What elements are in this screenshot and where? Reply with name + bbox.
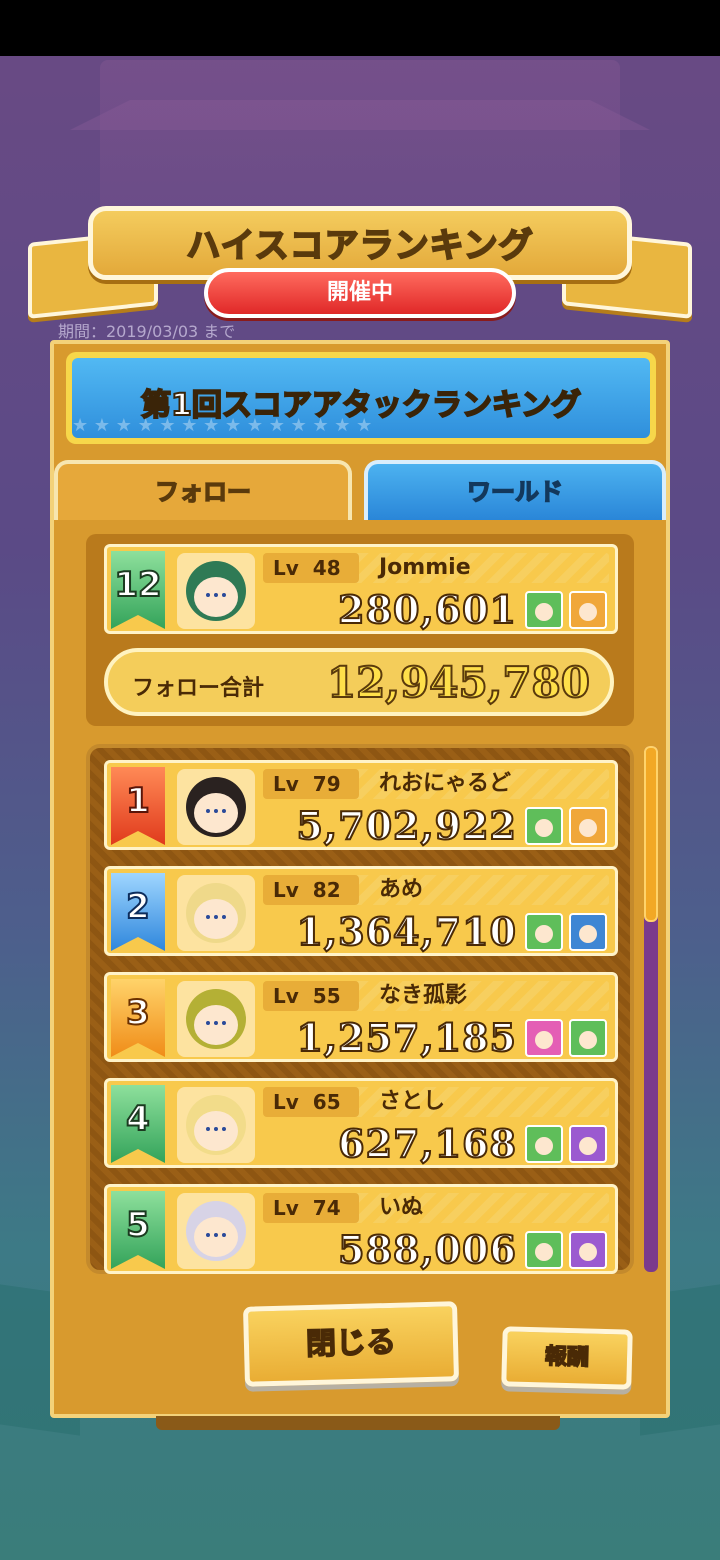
- level-value: 48: [312, 556, 341, 580]
- character-avatar-icon: [186, 1095, 246, 1155]
- follow-total-label: フォロー合計: [132, 676, 265, 701]
- player-score: 588,006: [337, 1226, 517, 1273]
- tab-world[interactable]: ワールド: [364, 460, 666, 520]
- avatar: [177, 553, 255, 629]
- event-banner: 第1回スコアアタックランキング: [66, 352, 656, 444]
- level-box: Lv 48: [263, 553, 359, 583]
- level-value: 55: [312, 984, 341, 1008]
- close-button[interactable]: 閉じる: [242, 1301, 460, 1387]
- player-name: れおにゃるど: [379, 771, 512, 796]
- panel-shadow: [156, 1416, 560, 1430]
- rank-badge: 12: [111, 551, 165, 629]
- rank-badge: 4: [111, 1085, 165, 1163]
- level-label: Lv: [273, 984, 299, 1008]
- rank-badge: 3: [111, 979, 165, 1057]
- team-character-icon: [569, 807, 607, 845]
- reward-button[interactable]: 報酬: [501, 1326, 633, 1390]
- team-character-icon: [569, 1231, 607, 1269]
- character-avatar-icon: [186, 883, 246, 943]
- level-value: 82: [312, 878, 341, 902]
- team-character-icon: [525, 913, 563, 951]
- event-banner-inner: 第1回スコアアタックランキング: [72, 358, 650, 438]
- avatar: [177, 981, 255, 1057]
- level-box: Lv 74: [263, 1193, 359, 1223]
- level-value: 74: [312, 1196, 341, 1220]
- status-bar: [0, 0, 720, 56]
- rank-badge: 5: [111, 1191, 165, 1269]
- avatar: [177, 1193, 255, 1269]
- rank-badge: 2: [111, 873, 165, 951]
- player-name: さとし: [379, 1089, 446, 1114]
- level-label: Lv: [273, 1090, 299, 1114]
- team-character-icon: [525, 1231, 563, 1269]
- level-label: Lv: [273, 878, 299, 902]
- level-box: Lv 79: [263, 769, 359, 799]
- player-name: なき孤影: [379, 983, 468, 1008]
- player-score: 627,168: [337, 1120, 517, 1167]
- list-scrollbar[interactable]: [644, 746, 658, 1272]
- level-box: Lv 65: [263, 1087, 359, 1117]
- team-character-icon: [525, 1019, 563, 1057]
- team-character-icon: [525, 1125, 563, 1163]
- player-name: Jommie: [379, 555, 471, 580]
- level-label: Lv: [273, 1196, 299, 1220]
- level-label: Lv: [273, 556, 299, 580]
- team-character-icon: [525, 591, 563, 629]
- level-label: Lv: [273, 772, 299, 796]
- player-score: 1,257,185: [295, 1014, 517, 1061]
- follow-total: フォロー合計 12,945,780: [104, 648, 614, 716]
- list-item[interactable]: 3 Lv 55 なき孤影 1,257,185: [104, 972, 618, 1062]
- title-ribbon: ハイスコアランキング 開催中: [28, 200, 692, 320]
- level-box: Lv 82: [263, 875, 359, 905]
- team-character-icon: [569, 1125, 607, 1163]
- character-avatar-icon: [186, 989, 246, 1049]
- page-title: ハイスコアランキング: [185, 225, 534, 267]
- list-item[interactable]: 4 Lv 65 さとし 627,168: [104, 1078, 618, 1168]
- avatar: [177, 769, 255, 845]
- list-item[interactable]: 1 Lv 79 れおにゃるど 5,702,922: [104, 760, 618, 850]
- team-character-icon: [525, 807, 563, 845]
- level-value: 79: [312, 772, 341, 796]
- level-box: Lv 55: [263, 981, 359, 1011]
- team-character-icon: [569, 913, 607, 951]
- event-title: 第1回スコアアタックランキング: [140, 387, 582, 424]
- player-score: 5,702,922: [295, 802, 517, 849]
- character-avatar-icon: [186, 1201, 246, 1261]
- team-character-icon: [569, 1019, 607, 1057]
- follow-total-value: 12,945,780: [326, 657, 591, 708]
- character-avatar-icon: [186, 777, 246, 837]
- status-badge: 開催中: [204, 268, 516, 318]
- avatar: [177, 875, 255, 951]
- team-character-icon: [569, 591, 607, 629]
- player-score: 280,601: [337, 586, 517, 633]
- list-item[interactable]: 2 Lv 82 あめ 1,364,710: [104, 866, 618, 956]
- player-name: いぬ: [379, 1195, 424, 1220]
- character-avatar-icon: [186, 561, 246, 621]
- player-name: あめ: [379, 877, 424, 902]
- list-item[interactable]: 5 Lv 74 いぬ 588,006: [104, 1184, 618, 1274]
- level-value: 65: [312, 1090, 341, 1114]
- rank-badge: 1: [111, 767, 165, 845]
- scroll-thumb[interactable]: [644, 746, 658, 922]
- player-score: 1,364,710: [295, 908, 517, 955]
- tab-follow[interactable]: フォロー: [54, 460, 352, 520]
- avatar: [177, 1087, 255, 1163]
- event-period: 期間：2019/03/03 まで: [58, 322, 236, 341]
- my-ranking-row[interactable]: 12 Lv 48 Jommie 280,601: [104, 544, 618, 634]
